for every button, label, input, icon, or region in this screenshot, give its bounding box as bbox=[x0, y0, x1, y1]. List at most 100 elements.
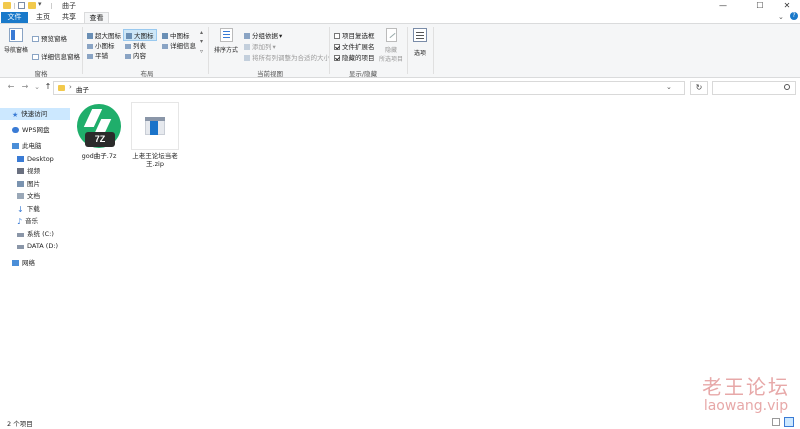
details-view-icon[interactable] bbox=[772, 418, 780, 426]
preview-pane-button[interactable]: 预览窗格 bbox=[32, 33, 67, 43]
content-icon bbox=[125, 54, 131, 59]
item-checkboxes-checkbox[interactable] bbox=[334, 33, 340, 39]
back-button[interactable]: ← bbox=[6, 82, 16, 92]
maximize-button[interactable]: ☐ bbox=[749, 0, 771, 12]
file-name: god曲子.7z bbox=[81, 152, 117, 160]
sidebar-item-downloads[interactable]: ↓ 下载 bbox=[0, 203, 70, 215]
sidebar-item-quick-access[interactable]: ★ 快速访问 bbox=[0, 108, 70, 120]
archive-badge: 7Z bbox=[85, 132, 115, 147]
sidebar-item-documents[interactable]: 文档 bbox=[0, 190, 70, 202]
current-view-group-label: 当前视图 bbox=[257, 70, 283, 78]
large-icons-view-icon[interactable] bbox=[784, 417, 794, 427]
search-input[interactable] bbox=[715, 83, 781, 93]
sidebar-item-label: WPS网盘 bbox=[22, 126, 50, 134]
address-dropdown-button[interactable]: ⌄ bbox=[666, 83, 672, 91]
size-columns-button[interactable]: 将所有列调整为合适的大小 bbox=[244, 52, 330, 62]
network-icon bbox=[12, 260, 19, 266]
file-view[interactable]: 7Z god曲子.7z 上老王论坛当老王.zip bbox=[70, 97, 800, 411]
separator bbox=[208, 27, 209, 74]
pictures-icon bbox=[17, 181, 24, 187]
layout-list-label: 列表 bbox=[133, 42, 146, 50]
path-chevron-icon[interactable]: › bbox=[69, 83, 72, 91]
layout-scroll-down-icon[interactable]: ▾ bbox=[200, 38, 203, 45]
minimize-button[interactable]: — bbox=[712, 0, 734, 12]
sort-by-button[interactable]: 排序方式 bbox=[212, 28, 240, 54]
watermark: 老王论坛 laowang.vip bbox=[702, 376, 790, 414]
group-by-button[interactable]: 分组依据▾ bbox=[244, 30, 282, 40]
layout-list[interactable]: 列表 bbox=[125, 40, 146, 50]
address-bar[interactable]: › 曲子 ⌄ bbox=[53, 81, 685, 95]
layout-small-icons[interactable]: 小图标 bbox=[87, 40, 115, 50]
refresh-button[interactable]: ↻ bbox=[690, 81, 708, 95]
layout-content[interactable]: 内容 bbox=[125, 50, 146, 60]
item-checkboxes-label: 项目复选框 bbox=[342, 32, 375, 40]
add-columns-label: 添加列 bbox=[252, 43, 272, 51]
layout-tiles[interactable]: 平铺 bbox=[87, 50, 108, 60]
download-icon: ↓ bbox=[17, 205, 24, 214]
forward-button[interactable]: → bbox=[20, 82, 30, 92]
file-item[interactable]: 上老王论坛当老王.zip bbox=[129, 102, 181, 168]
layout-scroll-up-icon[interactable]: ▴ bbox=[200, 29, 203, 36]
details-pane-icon bbox=[32, 54, 39, 60]
tab-file[interactable]: 文件 bbox=[1, 12, 28, 23]
video-icon bbox=[17, 168, 24, 174]
layout-large-label: 大图标 bbox=[134, 32, 154, 40]
sidebar-item-this-pc[interactable]: 此电脑 bbox=[0, 140, 70, 152]
new-folder-icon[interactable] bbox=[28, 2, 36, 9]
music-icon: ♪ bbox=[17, 217, 23, 226]
properties-icon[interactable] bbox=[18, 2, 25, 9]
sidebar-item-desktop[interactable]: Desktop bbox=[0, 153, 70, 165]
path-segment[interactable]: 曲子 bbox=[76, 84, 89, 94]
tab-view[interactable]: 查看 bbox=[84, 12, 109, 23]
navigation-pane-button[interactable]: 导航窗格 bbox=[4, 28, 28, 54]
sidebar-item-music[interactable]: ♪ 音乐 bbox=[0, 215, 70, 227]
layout-extra-large-icons[interactable]: 超大图标 bbox=[87, 30, 121, 40]
separator bbox=[407, 27, 408, 74]
sidebar-item-label: 网络 bbox=[22, 259, 35, 267]
layout-details[interactable]: 详细信息 bbox=[162, 40, 196, 50]
sidebar-item-label: 文档 bbox=[27, 192, 40, 200]
sidebar-item-network[interactable]: 网络 bbox=[0, 257, 70, 269]
sidebar-item-drive-d[interactable]: DATA (D:) bbox=[0, 240, 70, 252]
sidebar-item-videos[interactable]: 视频 bbox=[0, 165, 70, 177]
layout-tiles-label: 平铺 bbox=[95, 52, 108, 60]
drive-icon bbox=[17, 245, 24, 249]
add-columns-icon bbox=[244, 44, 250, 50]
hide-selected-label: 隐藏 bbox=[384, 47, 397, 54]
details-pane-button[interactable]: 详细信息窗格 bbox=[32, 51, 80, 61]
options-button[interactable]: 选项 bbox=[410, 28, 430, 57]
file-extensions-toggle[interactable]: 文件扩展名 bbox=[334, 41, 375, 51]
file-item[interactable]: 7Z god曲子.7z bbox=[73, 102, 125, 160]
up-button[interactable]: ↑ bbox=[43, 82, 53, 92]
quick-access-dropdown-icon[interactable]: ▾ bbox=[38, 0, 42, 8]
search-icon[interactable] bbox=[784, 84, 790, 90]
tab-share[interactable]: 共享 bbox=[58, 12, 80, 23]
chevron-down-icon[interactable]: ⌄ bbox=[778, 13, 784, 21]
item-checkboxes-toggle[interactable]: 项目复选框 bbox=[334, 30, 375, 40]
separator bbox=[14, 3, 15, 9]
recent-locations-button[interactable]: ⌄ bbox=[32, 82, 42, 92]
window-title: 曲子 bbox=[62, 2, 76, 10]
sidebar-item-wps[interactable]: WPS网盘 bbox=[0, 124, 70, 136]
hidden-items-toggle[interactable]: 隐藏的项目 bbox=[334, 52, 375, 62]
desktop-icon bbox=[17, 156, 24, 162]
group-by-label: 分组依据 bbox=[252, 32, 278, 40]
hide-selected-button[interactable]: 隐藏 所选项目 bbox=[377, 28, 405, 63]
preview-pane-label: 预览窗格 bbox=[41, 35, 67, 43]
hidden-items-checkbox[interactable] bbox=[334, 55, 340, 61]
sidebar-item-drive-c[interactable]: 系统 (C:) bbox=[0, 228, 70, 240]
search-box[interactable] bbox=[712, 81, 796, 95]
layout-more-icon[interactable]: ▿ bbox=[200, 48, 203, 55]
tab-home[interactable]: 主页 bbox=[32, 12, 54, 23]
details-pane-label: 详细信息窗格 bbox=[41, 53, 80, 61]
help-icon[interactable]: ? bbox=[790, 12, 798, 20]
file-extensions-checkbox[interactable] bbox=[334, 44, 340, 50]
item-count: 2 个项目 bbox=[7, 420, 33, 428]
layout-medium-icons[interactable]: 中图标 bbox=[162, 30, 190, 40]
watermark-title: 老王论坛 bbox=[702, 375, 790, 399]
sidebar-item-label: DATA (D:) bbox=[27, 242, 59, 250]
add-columns-button[interactable]: 添加列▾ bbox=[244, 41, 276, 51]
sidebar-item-pictures[interactable]: 图片 bbox=[0, 178, 70, 190]
close-button[interactable]: ✕ bbox=[776, 0, 798, 12]
sort-by-label: 排序方式 bbox=[213, 47, 238, 54]
